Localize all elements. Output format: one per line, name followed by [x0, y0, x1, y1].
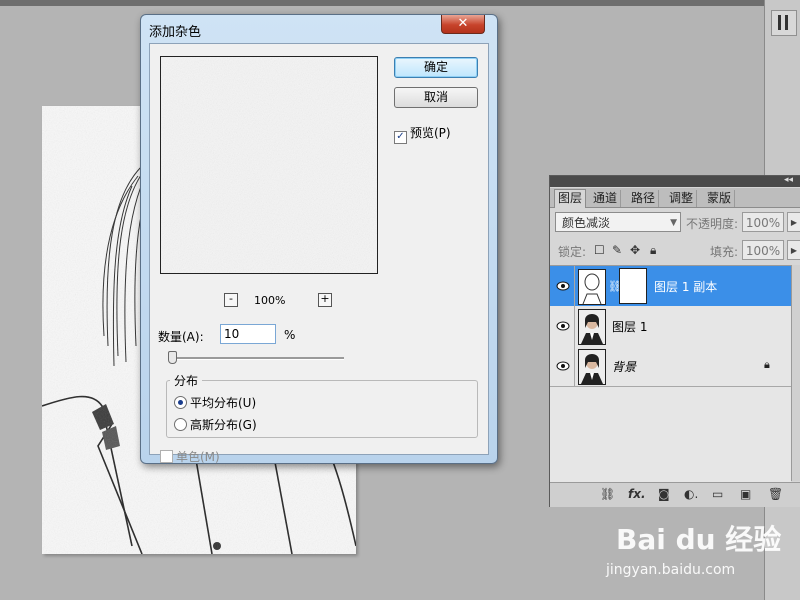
zoom-out-button[interactable]: -: [224, 293, 238, 307]
amount-input[interactable]: [220, 324, 276, 344]
lock-position-icon[interactable]: ✥: [630, 243, 640, 257]
layer-list: ⛓︎ 图层 1 副本 图层 1 背景 🔒︎: [550, 265, 791, 482]
group-folder-icon[interactable]: ▭: [712, 487, 723, 501]
eye-icon[interactable]: [555, 319, 571, 333]
trash-icon[interactable]: 🗑︎: [768, 487, 783, 501]
opacity-input[interactable]: 100%: [742, 212, 784, 232]
amount-label: 数量(A):: [158, 330, 204, 344]
blend-mode-value: 颜色减淡: [562, 216, 611, 230]
layer-name: 图层 1: [612, 320, 648, 334]
layer-row[interactable]: 背景 🔒︎: [550, 346, 791, 387]
eye-icon[interactable]: [555, 359, 571, 373]
opacity-label: 不透明度:: [686, 217, 739, 231]
baidu-jingyan-watermark: Bai du 经验 jingyan.baidu.com: [606, 512, 786, 592]
noise-preview-image: [161, 57, 377, 273]
fill-label: 填充:: [710, 245, 739, 259]
amount-slider-track[interactable]: [168, 357, 344, 360]
ok-button[interactable]: 确定: [394, 57, 478, 78]
fx-icon[interactable]: fx.: [628, 487, 646, 501]
panel-header-bar: ◂◂: [550, 175, 800, 187]
tab-adjustments[interactable]: 调整: [666, 190, 698, 207]
layer-row[interactable]: 图层 1: [550, 306, 791, 347]
checkbox-checked-icon: ✓: [394, 131, 407, 144]
layer-thumbnail: [578, 269, 606, 305]
radio-unselected-icon: [174, 418, 187, 431]
blend-mode-select[interactable]: 颜色减淡 ▼: [555, 212, 681, 232]
new-layer-icon[interactable]: ▣: [740, 487, 751, 501]
fill-arrow-icon[interactable]: ▶: [787, 240, 800, 260]
add-mask-icon[interactable]: ◙: [658, 487, 670, 501]
fill-input[interactable]: 100%: [742, 240, 784, 260]
panel-tabs: 图层 通道 路径 调整 蒙版: [550, 188, 800, 208]
checkbox-unchecked-icon: [160, 450, 173, 463]
monochromatic-label: 单色(M): [176, 450, 220, 464]
tab-paths[interactable]: 路径: [628, 190, 660, 207]
tab-channels[interactable]: 通道: [590, 190, 622, 207]
dialog-title: 添加杂色: [149, 25, 202, 40]
layer-thumbnail: [578, 309, 606, 345]
app-top-bar: [0, 0, 800, 6]
panel-footer: ⛓︎ fx. ◙ ◐. ▭ ▣ 🗑︎: [550, 482, 800, 507]
tab-layers[interactable]: 图层: [554, 189, 587, 208]
eye-icon[interactable]: [555, 279, 571, 293]
adjustment-layer-icon[interactable]: ◐.: [684, 487, 698, 501]
radio-selected-icon: [174, 396, 187, 409]
lock-paint-icon[interactable]: ✎: [612, 243, 622, 257]
preview-checkbox[interactable]: ✓ 预览(P): [394, 124, 451, 144]
add-noise-dialog: 添加杂色 ✕ - 100% + 确定 取消 ✓预览(P) 数量(A): % 分布…: [140, 14, 498, 464]
distribution-legend: 分布: [170, 372, 203, 389]
layer-name: 图层 1 副本: [654, 280, 718, 294]
dock-panel-button[interactable]: [771, 10, 797, 36]
zoom-in-button[interactable]: +: [318, 293, 332, 307]
uniform-label: 平均分布(U): [190, 396, 257, 410]
filter-preview[interactable]: [160, 56, 378, 274]
layers-panel: ◂◂ 图层 通道 路径 调整 蒙版 颜色减淡 ▼ 不透明度: 100% ▶ 锁定…: [549, 175, 800, 507]
dialog-body: - 100% + 确定 取消 ✓预览(P) 数量(A): % 分布 平均分布(U…: [149, 43, 489, 464]
link-layers-icon[interactable]: ⛓︎: [600, 487, 615, 501]
layer-name: 背景: [612, 360, 637, 374]
layer-mask-thumbnail[interactable]: [619, 268, 647, 304]
uniform-distribution-radio[interactable]: 平均分布(U): [174, 394, 256, 411]
gaussian-distribution-radio[interactable]: 高斯分布(G): [174, 416, 257, 433]
collapse-panel-icon[interactable]: ◂◂: [784, 175, 793, 185]
watermark-logo: Bai du 经验: [616, 523, 782, 556]
preview-checkbox-label: 预览(P): [410, 126, 451, 140]
lock-label: 锁定:: [558, 245, 587, 259]
amount-unit: %: [284, 328, 296, 342]
close-button[interactable]: ✕: [441, 15, 485, 34]
monochromatic-checkbox[interactable]: 单色(M): [160, 448, 220, 465]
layer-row[interactable]: ⛓︎ 图层 1 副本: [550, 266, 791, 307]
tab-masks[interactable]: 蒙版: [704, 190, 736, 207]
opacity-arrow-icon[interactable]: ▶: [787, 212, 800, 232]
layer-thumbnail: [578, 349, 606, 385]
gaussian-label: 高斯分布(G): [190, 418, 257, 432]
chevron-down-icon: ▼: [670, 218, 677, 228]
amount-slider-thumb[interactable]: [168, 351, 177, 364]
lock-icon: 🔒︎: [764, 358, 770, 371]
lock-all-icon[interactable]: 🔒︎: [650, 243, 656, 258]
zoom-level: 100%: [254, 294, 286, 307]
layer-list-scrollbar[interactable]: [791, 265, 800, 481]
cancel-button[interactable]: 取消: [394, 87, 478, 108]
watermark-url: jingyan.baidu.com: [606, 562, 736, 578]
lock-transparency-icon[interactable]: ☐: [594, 243, 605, 257]
